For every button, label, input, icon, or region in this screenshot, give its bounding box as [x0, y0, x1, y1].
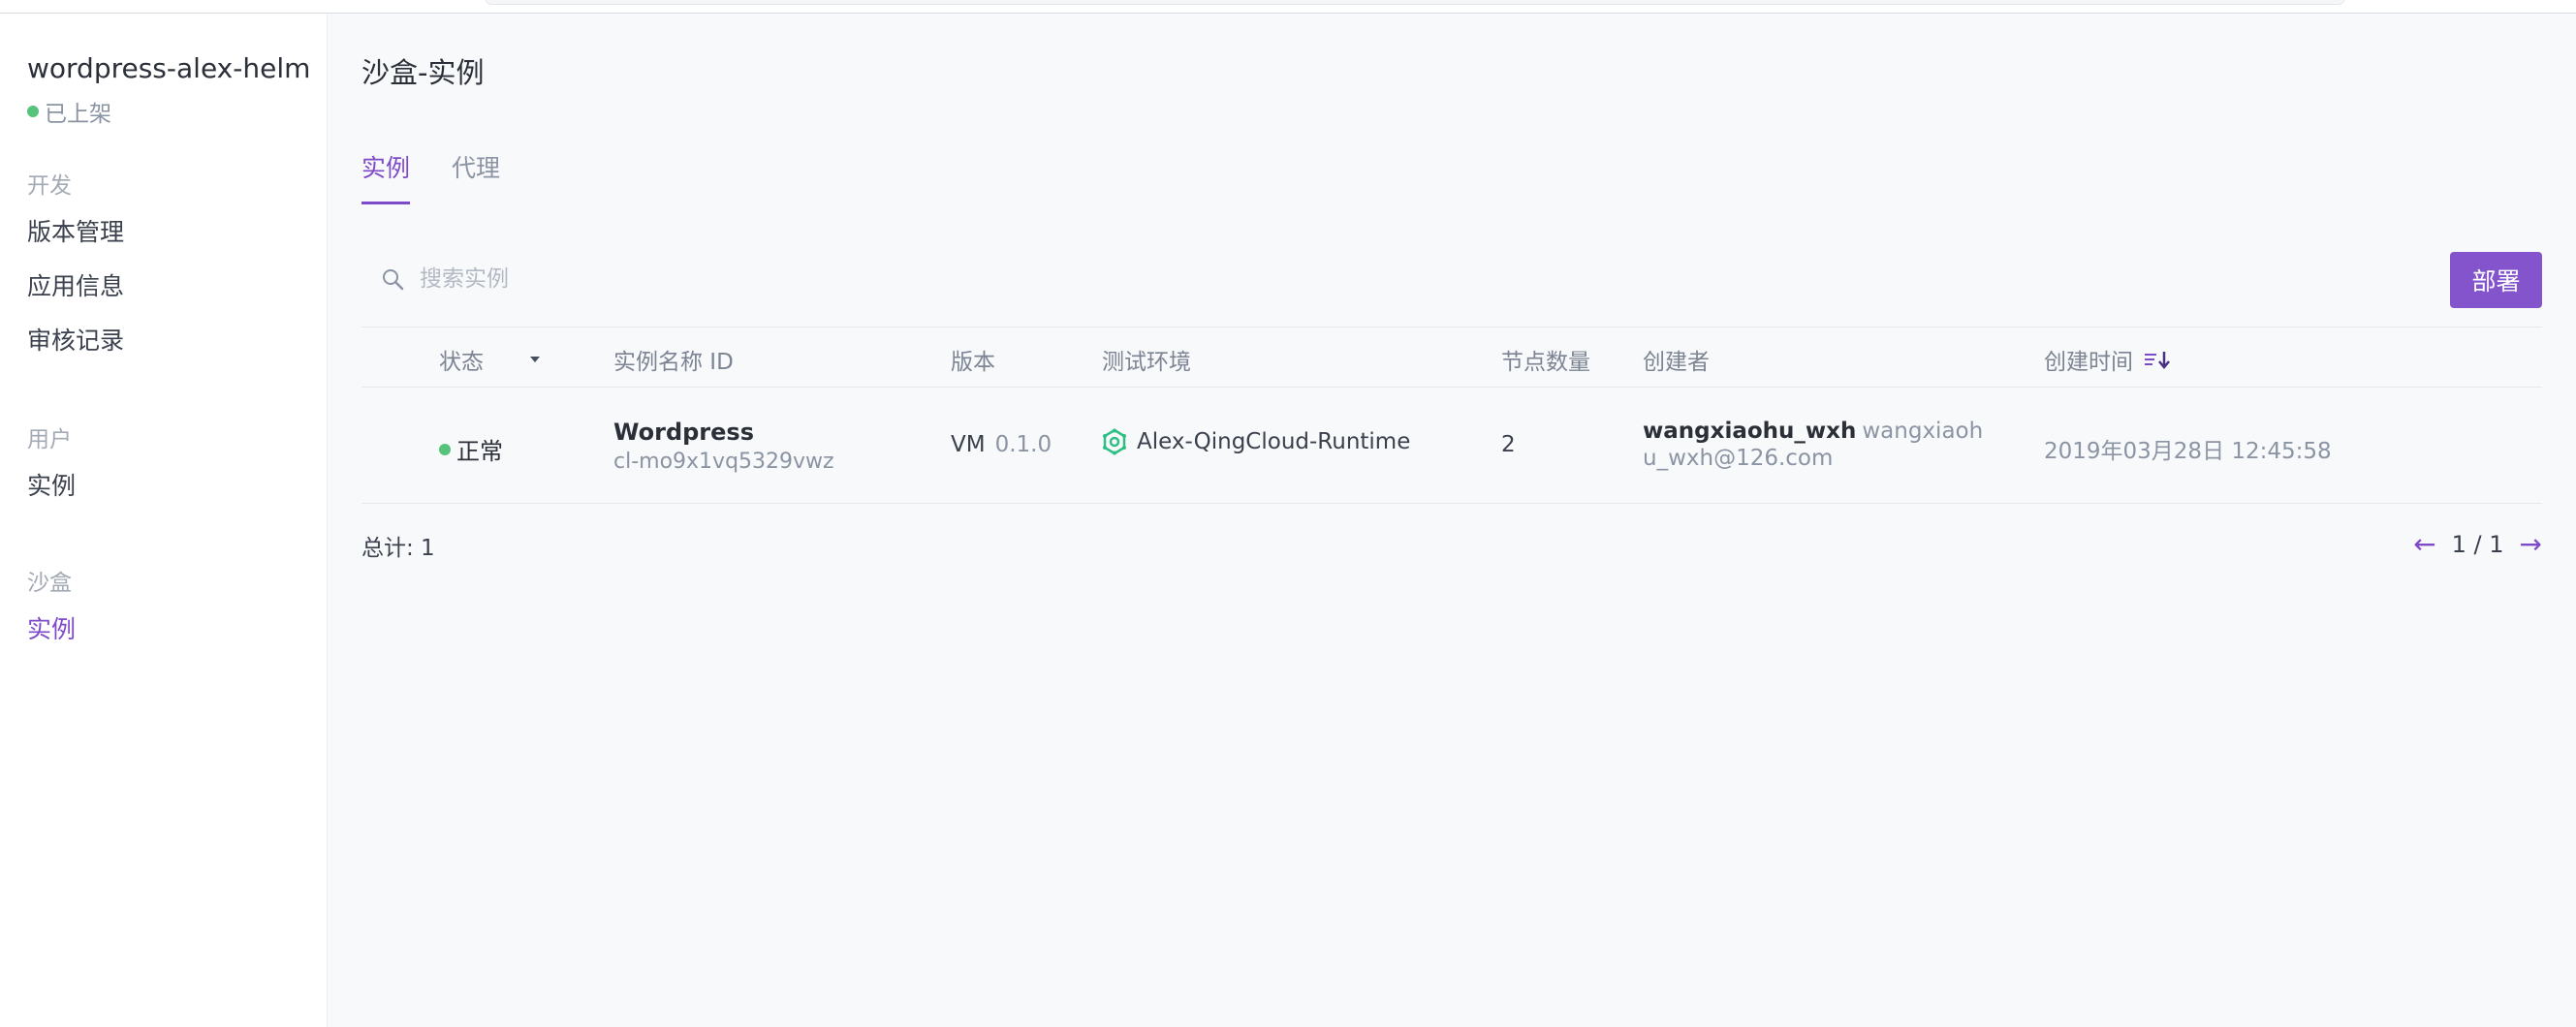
- nav-group-sandbox: 沙盒: [27, 571, 72, 596]
- creator-email-start: wangxiaoh: [1862, 419, 1984, 444]
- instance-created-time: 2019年03月28日 12:45:58: [2044, 439, 2332, 464]
- app-status: 已上架: [27, 95, 111, 128]
- sidebar-item-audit-records[interactable]: 审核记录: [27, 322, 124, 357]
- version-number: 0.1.0: [994, 432, 1052, 457]
- creator-username: wangxiaohu_wxh: [1643, 419, 1857, 444]
- column-header-creator: 创建者: [1643, 350, 1710, 375]
- instance-environment[interactable]: Alex-QingCloud-Runtime: [1102, 428, 1410, 455]
- search-icon: [383, 269, 404, 291]
- sidebar-item-user-instances[interactable]: 实例: [27, 467, 76, 502]
- nav-group-dev: 开发: [27, 173, 72, 199]
- instance-status: 正常: [439, 432, 503, 466]
- page-title: 沙盒-实例: [361, 56, 485, 89]
- instance-name[interactable]: Wordpress: [613, 419, 754, 446]
- creator-email-end: u_wxh@126.com: [1643, 446, 1834, 471]
- table-footer: 总计: 1 ← 1 / 1 →: [361, 517, 2542, 576]
- version-type: VM: [951, 432, 986, 457]
- tab-instances[interactable]: 实例: [361, 149, 411, 204]
- status-dot-icon: [27, 106, 39, 117]
- prev-page-icon[interactable]: ←: [2413, 531, 2435, 558]
- column-header-environment: 测试环境: [1102, 350, 1191, 375]
- sidebar-item-version-management[interactable]: 版本管理: [27, 213, 124, 248]
- column-header-name: 实例名称 ID: [613, 350, 734, 375]
- app-status-label: 已上架: [45, 102, 111, 127]
- total-count: 总计: 1: [361, 536, 435, 561]
- qingcloud-runtime-icon: [1103, 428, 1126, 455]
- sidebar-item-sandbox-instances[interactable]: 实例: [27, 610, 76, 645]
- nav-group-user: 用户: [27, 427, 72, 452]
- caret-down-icon[interactable]: [528, 355, 542, 364]
- column-header-created-time[interactable]: 创建时间: [2044, 343, 2172, 376]
- instance-node-count: 2: [1501, 432, 1516, 457]
- column-header-status[interactable]: 状态: [439, 343, 542, 376]
- browser-top-bar: [0, 0, 2576, 14]
- creator-line-1: wangxiaohu_wxh wangxiaoh: [1643, 419, 1983, 444]
- address-bar[interactable]: [485, 0, 2345, 5]
- sort-icon[interactable]: [2143, 349, 2172, 370]
- sidebar-item-app-info[interactable]: 应用信息: [27, 267, 124, 302]
- main-content: 沙盒-实例 实例 代理 部署 状态 实例名称 ID 版本 测试环境 节点数量 创…: [329, 14, 2576, 1027]
- tab-proxy[interactable]: 代理: [452, 149, 500, 184]
- app-name: wordpress-alex-helm: [27, 52, 311, 84]
- next-page-icon[interactable]: →: [2520, 531, 2542, 558]
- deploy-button[interactable]: 部署: [2450, 252, 2542, 308]
- column-header-version: 版本: [951, 350, 995, 375]
- search-input[interactable]: [420, 260, 1292, 298]
- table-header: 状态 实例名称 ID 版本 测试环境 节点数量 创建者 创建时间: [361, 327, 2542, 388]
- sidebar: wordpress-alex-helm 已上架 开发 版本管理 应用信息 审核记…: [0, 14, 328, 1027]
- column-header-nodes: 节点数量: [1501, 350, 1590, 375]
- page-indicator: 1 / 1: [2451, 531, 2504, 558]
- instance-version: VM 0.1.0: [951, 432, 1052, 457]
- pagination: ← 1 / 1 →: [2413, 531, 2542, 559]
- instance-id: cl-mo9x1vq5329vwz: [613, 450, 834, 474]
- status-ok-icon: [439, 443, 451, 455]
- instances-table: 状态 实例名称 ID 版本 测试环境 节点数量 创建者 创建时间 正常 Word…: [361, 327, 2542, 504]
- toolbar: 部署: [361, 238, 2542, 327]
- table-row[interactable]: 正常 Wordpress cl-mo9x1vq5329vwz VM 0.1.0: [361, 388, 2542, 504]
